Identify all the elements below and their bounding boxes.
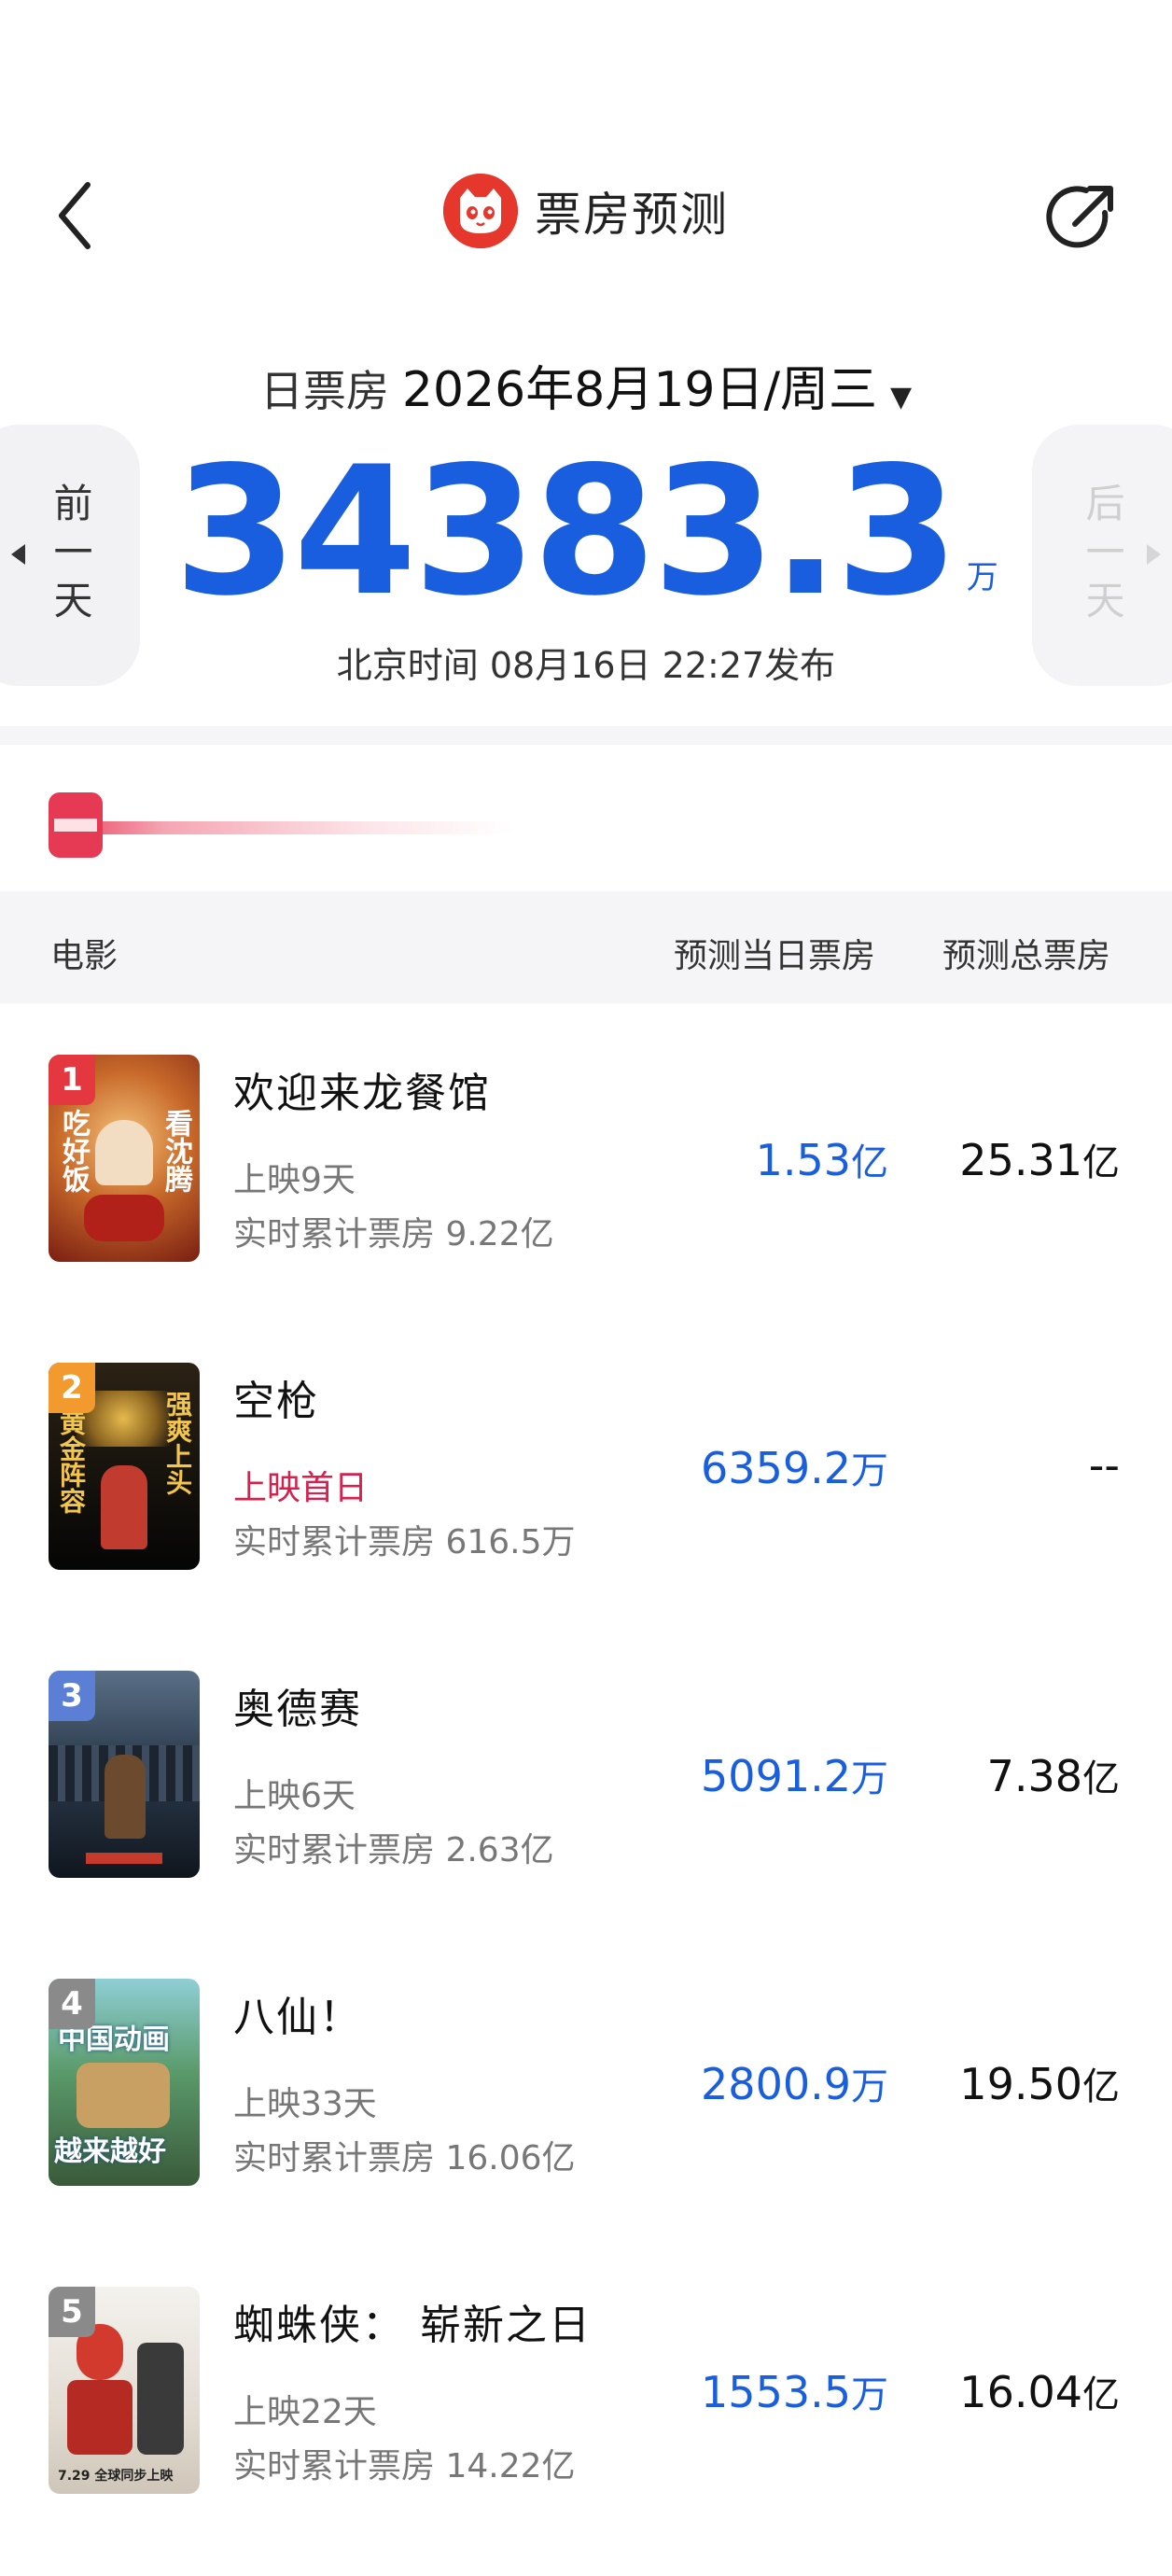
column-total-forecast[interactable]: 预测总票房	[942, 929, 1110, 977]
cat-logo-icon	[443, 174, 518, 248]
strip-knob	[49, 792, 103, 858]
release-status: 上映22天	[233, 2393, 377, 2431]
poster-figure-body	[67, 2380, 133, 2455]
day-forecast-unit: 万	[851, 2065, 888, 2108]
poster-figure	[77, 2063, 170, 2128]
realtime-box-office: 实时累计票房 2.63亿	[233, 1831, 554, 1869]
poster-slogan-left: 黄金阵容	[56, 1409, 87, 1514]
day-forecast: 6359.2万	[701, 1440, 888, 1494]
movie-title[interactable]: 欢迎来龙餐馆	[233, 1059, 491, 1119]
poster-figure-villain	[137, 2343, 184, 2455]
day-forecast-value: 2800.9	[701, 2059, 851, 2109]
date-type-label: 日票房	[259, 366, 389, 416]
movie-title[interactable]: 奥德赛	[233, 1675, 362, 1735]
poster-slogan-left: 吃好饭	[57, 1109, 90, 1193]
release-status: 上映9天	[233, 1161, 356, 1199]
movie-poster[interactable]: 5 7.29 全球同步上映	[49, 2287, 200, 2494]
realtime-box-office: 实时累计票房 14.22亿	[233, 2447, 576, 2485]
realtime-box-office: 实时累计票房 16.06亿	[233, 2139, 576, 2177]
day-forecast-value: 1.53	[755, 1135, 851, 1185]
movie-row[interactable]: 3 奥德赛 上映6天 实时累计票房 2.63亿 5091.2万 7.38亿	[0, 1619, 1172, 1927]
total-forecast-unit: 亿	[1082, 2065, 1120, 2108]
day-forecast: 1.53亿	[756, 1132, 888, 1186]
strip-fade	[49, 821, 515, 834]
day-forecast: 2800.9万	[701, 2056, 888, 2110]
realtime-box-office: 实时累计票房 9.22亿	[233, 1215, 554, 1253]
share-button[interactable]	[1039, 175, 1123, 259]
brand: 票房预测	[0, 174, 1172, 248]
total-forecast-value: --	[1088, 1440, 1120, 1491]
movie-row[interactable]: 1 吃好饭 看沈腾 欢迎来龙餐馆 上映9天 实时累计票房 9.22亿 1.53亿…	[0, 1003, 1172, 1311]
movie-title[interactable]: 八仙！	[233, 1983, 362, 2043]
share-icon	[1046, 186, 1113, 248]
total-unit: 万	[966, 559, 998, 596]
total-forecast: 16.04亿	[959, 2364, 1120, 2418]
day-forecast-value: 1553.5	[701, 2367, 851, 2417]
total-forecast: 25.31亿	[959, 1132, 1120, 1186]
movie-poster[interactable]: 4 中国动画 越来越好	[49, 1979, 200, 2186]
date-selector[interactable]: 日票房 2026年8月19日/周三 ▼	[0, 350, 1172, 420]
total-forecast: --	[1089, 1440, 1120, 1491]
poster-date-bar	[86, 1853, 162, 1864]
day-forecast-unit: 万	[851, 1449, 888, 1492]
total-value: 34383.3	[174, 428, 958, 635]
caret-down-icon: ▼	[890, 381, 913, 413]
day-forecast-unit: 万	[851, 1757, 888, 1800]
total-forecast-unit: 亿	[1082, 1757, 1120, 1800]
day-forecast-value: 5091.2	[701, 1751, 851, 1801]
date-value: 2026年8月19日/周三	[401, 362, 878, 418]
day-forecast: 5091.2万	[701, 1748, 888, 1802]
total-forecast-value: 7.38	[986, 1751, 1082, 1801]
section-divider	[0, 726, 1172, 745]
page-title: 票房预测	[535, 188, 729, 242]
total-forecast-unit: 亿	[1082, 1141, 1120, 1184]
rank-badge: 4	[49, 1979, 95, 2029]
total-forecast-value: 25.31	[959, 1135, 1082, 1185]
loading-strip	[49, 789, 515, 863]
day-forecast-unit: 万	[851, 2373, 888, 2416]
total-forecast-value: 16.04	[959, 2367, 1082, 2417]
top-nav: 票房预测	[0, 168, 1172, 261]
movie-poster[interactable]: 2 黄金阵容 强爽上头	[49, 1363, 200, 1570]
poster-slogan-right: 强爽上头	[162, 1391, 193, 1495]
movie-row[interactable]: 2 黄金阵容 强爽上头 空枪 上映首日 实时累计票房 616.5万 6359.2…	[0, 1311, 1172, 1619]
publish-time: 北京时间 08月16日 22:27发布	[336, 645, 836, 686]
poster-caption: 7.29 全球同步上映	[58, 2469, 174, 2484]
rank-badge: 2	[49, 1363, 95, 1413]
rank-badge: 1	[49, 1055, 95, 1105]
release-status: 上映6天	[233, 1777, 356, 1815]
poster-figure	[95, 1120, 153, 1185]
poster-figure-body	[84, 1195, 164, 1241]
column-day-forecast[interactable]: 预测当日票房	[674, 929, 875, 977]
column-movie: 电影	[50, 937, 119, 975]
table-header: 电影 预测当日票房 预测总票房	[0, 891, 1172, 1003]
movie-row[interactable]: 5 7.29 全球同步上映 蜘蛛侠： 崭新之日 上映22天 实时累计票房 14.…	[0, 2235, 1172, 2543]
total-forecast-unit: 亿	[1082, 2373, 1120, 2416]
release-status: 上映33天	[233, 2085, 377, 2123]
poster-figure	[105, 1755, 146, 1839]
realtime-box-office: 实时累计票房 616.5万	[233, 1523, 576, 1561]
day-forecast: 1553.5万	[701, 2364, 888, 2418]
rank-badge: 3	[49, 1671, 95, 1721]
movie-title[interactable]: 蜘蛛侠： 崭新之日	[233, 2291, 592, 2351]
poster-figure	[101, 1465, 147, 1549]
day-forecast-unit: 亿	[851, 1141, 888, 1184]
total-forecast: 7.38亿	[987, 1748, 1120, 1802]
rank-badge: 5	[49, 2287, 95, 2337]
day-forecast-value: 6359.2	[701, 1443, 851, 1493]
release-status: 上映首日	[233, 1469, 369, 1507]
box-office-forecast-page: 票房预测 日票房 2026年8月19日/周三 ▼ 前一天 后一天 34383.3…	[0, 0, 1172, 2576]
total-forecast-value: 19.50	[959, 2059, 1082, 2109]
total-box-office: 34383.3 万	[0, 439, 1172, 625]
movie-poster[interactable]: 3	[49, 1671, 200, 1878]
movie-poster[interactable]: 1 吃好饭 看沈腾	[49, 1055, 200, 1262]
poster-slogan-right: 看沈腾	[160, 1109, 192, 1193]
movie-row[interactable]: 4 中国动画 越来越好 八仙！ 上映33天 实时累计票房 16.06亿 2800…	[0, 1927, 1172, 2235]
movie-title[interactable]: 空枪	[233, 1367, 319, 1427]
total-forecast: 19.50亿	[959, 2056, 1120, 2110]
poster-slogan-bottom: 越来越好	[54, 2135, 166, 2168]
